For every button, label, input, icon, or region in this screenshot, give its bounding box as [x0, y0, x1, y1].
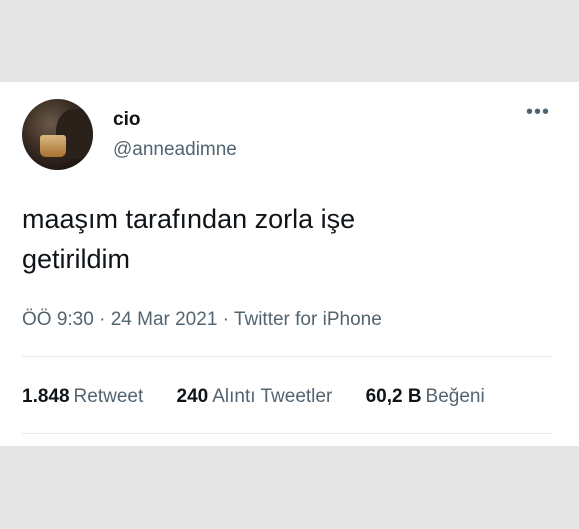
more-horizontal-icon[interactable]: •••: [526, 102, 550, 122]
stat-label: Retweet: [73, 386, 144, 407]
tweet-text-line: maaşım tarafından zorla işe: [22, 204, 356, 234]
stat-label: Beğeni: [425, 386, 485, 407]
quote-tweet-count[interactable]: 240 Alıntı Tweetler: [177, 386, 338, 407]
retweet-count[interactable]: 1.848 Retweet: [22, 386, 149, 407]
tweet-timestamp-source[interactable]: ÖÖ 9:30 · 24 Mar 2021 · Twitter for iPho…: [22, 309, 382, 331]
stat-label: Alıntı Tweetler: [212, 386, 333, 407]
username-handle[interactable]: @anneadimne: [113, 139, 237, 161]
avatar[interactable]: [22, 99, 93, 170]
tweet-stats: 1.848 Retweet 240 Alıntı Tweetler 60,2 B Be…: [22, 386, 485, 408]
like-count[interactable]: 60,2 B Beğeni: [366, 386, 485, 407]
stat-value: 240: [176, 386, 209, 407]
display-name[interactable]: cio: [113, 109, 140, 131]
tweet-text: maaşım tarafından zorla işe getirildim: [22, 199, 542, 279]
stat-value: 1.848: [22, 386, 70, 407]
stat-value: 60,2 B: [365, 386, 422, 407]
tweet-text-line: getirildim: [22, 244, 131, 274]
divider: [22, 433, 552, 434]
divider: [22, 356, 552, 357]
tweet-card: cio @anneadimne ••• maaşım tarafından zo…: [0, 82, 579, 446]
avatar-glass-shape: [40, 135, 66, 157]
